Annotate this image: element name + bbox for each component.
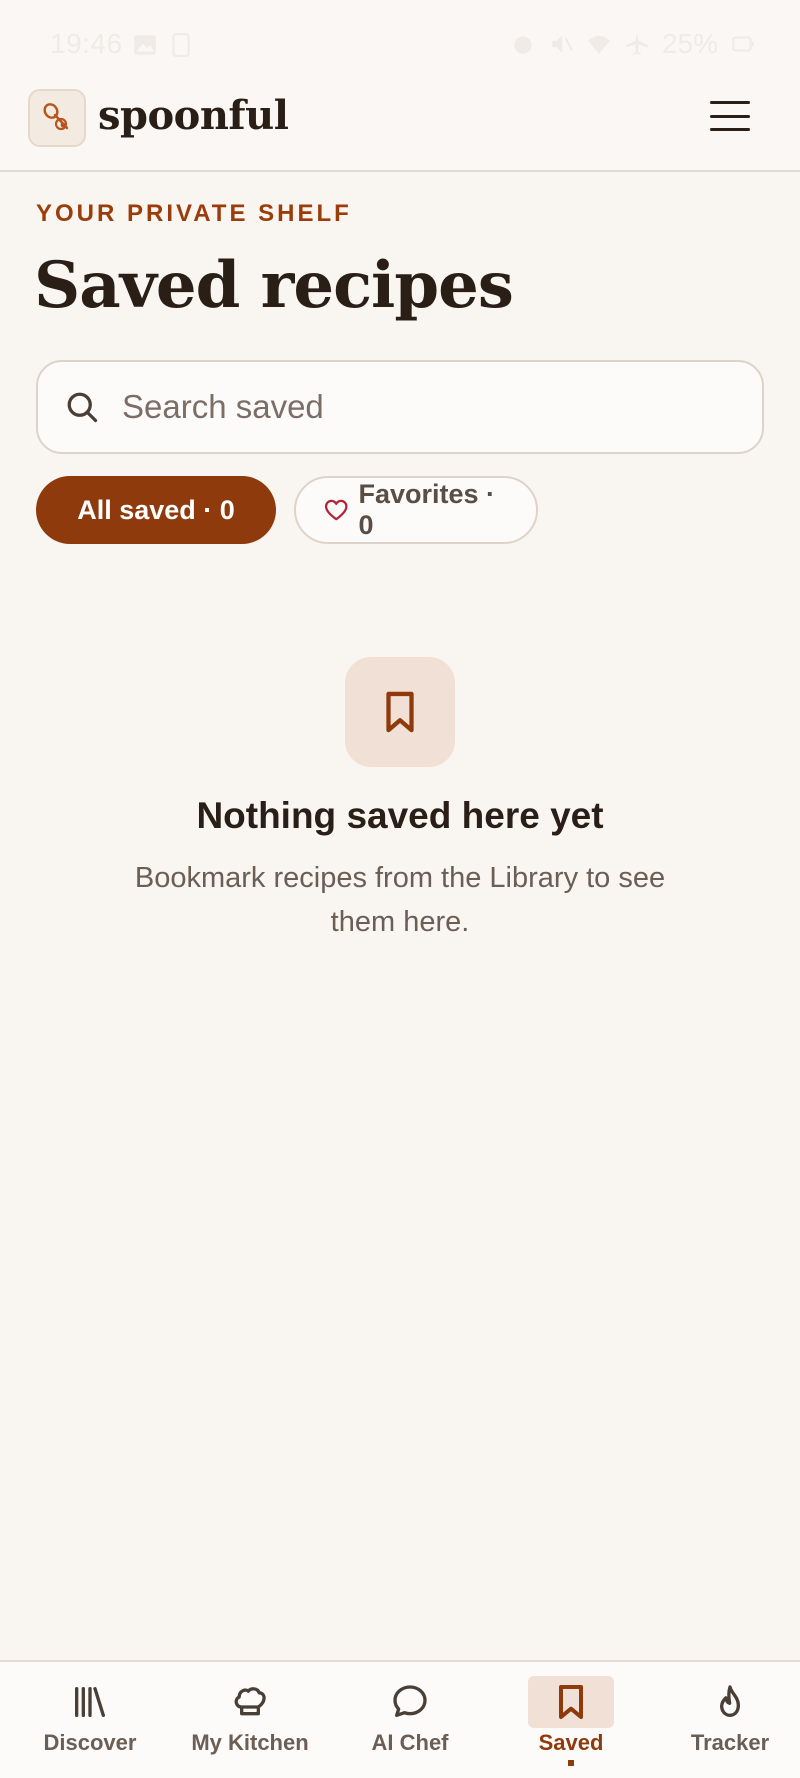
empty-state-icon-tile [345, 657, 455, 767]
battery-percent: 25% [661, 28, 718, 59]
app-logo[interactable] [28, 89, 86, 147]
nav-label: Tracker [690, 1730, 770, 1755]
airplane-icon [626, 33, 648, 55]
bookmark-icon [386, 691, 414, 733]
wifi-icon [588, 35, 610, 54]
nav-label: Discover [43, 1730, 137, 1755]
chef-hat-icon [234, 1687, 266, 1716]
mute-icon [552, 35, 573, 53]
empty-state-title: Nothing saved here yet [196, 795, 604, 836]
status-time: 19:46 [50, 28, 123, 59]
gallery-icon [134, 35, 156, 55]
filter-chip-label: All saved · 0 [77, 494, 235, 525]
nav-label: My Kitchen [191, 1730, 309, 1755]
search-input[interactable] [122, 388, 722, 426]
library-icon [75, 1687, 106, 1717]
screen: 19:46 25% spoonful YOUR PRIVATE SHELF Sa… [0, 0, 800, 1778]
empty-state-subtitle: Bookmark recipes from the Library to see… [134, 862, 666, 938]
search-icon [67, 392, 98, 423]
nav-label: AI Chef [371, 1730, 449, 1755]
bookmark-icon [559, 1685, 583, 1719]
nav-item-saved[interactable]: Saved [521, 1662, 621, 1778]
alarm-icon [514, 36, 532, 54]
app-header: spoonful [0, 88, 800, 172]
hamburger-menu-icon[interactable] [710, 98, 750, 134]
filter-chips: All saved · 0 Favorites · 0 [36, 476, 538, 544]
battery-icon [732, 36, 754, 52]
spoon-logo-icon [43, 103, 69, 131]
heart-icon [324, 499, 348, 521]
page-eyebrow: YOUR PRIVATE SHELF [36, 200, 352, 227]
bottom-nav: Discover My Kitchen AI Chef Saved Tracke… [0, 1660, 800, 1778]
nav-item-ai-chef[interactable]: AI Chef [360, 1662, 460, 1778]
device-icon [172, 33, 190, 57]
nav-item-tracker[interactable]: Tracker [680, 1662, 780, 1778]
brand-name: spoonful [98, 92, 289, 139]
nav-item-my-kitchen[interactable]: My Kitchen [190, 1662, 310, 1778]
nav-label: Saved [538, 1730, 604, 1755]
chat-bubble-icon [393, 1685, 427, 1717]
search-box[interactable] [36, 360, 764, 454]
flame-icon [720, 1685, 740, 1717]
page-title: Saved recipes [34, 248, 514, 323]
filter-chip-all-saved[interactable]: All saved · 0 [36, 476, 276, 544]
filter-chip-label: Favorites · 0 [358, 479, 495, 540]
filter-chip-favorites[interactable]: Favorites · 0 [294, 476, 538, 544]
nav-active-dot [568, 1760, 574, 1766]
nav-item-discover[interactable]: Discover [40, 1662, 140, 1778]
status-bar: 19:46 25% [0, 0, 800, 88]
